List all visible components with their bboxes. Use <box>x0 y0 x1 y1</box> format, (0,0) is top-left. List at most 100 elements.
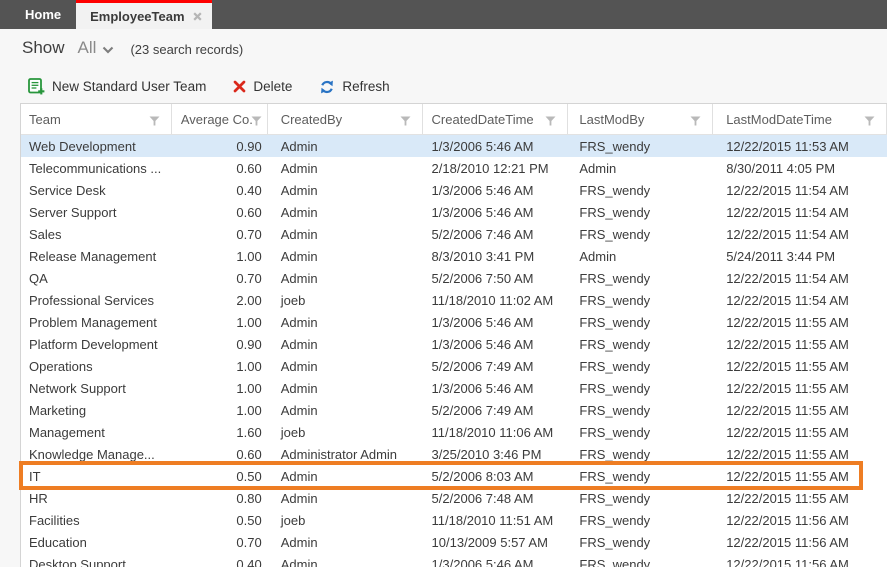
filter-icon[interactable] <box>149 114 160 129</box>
table-row[interactable]: Platform Development 0.90 Admin 1/3/2006 5:… <box>21 333 887 355</box>
table-row[interactable]: Desktop Support 0.40 Admin 1/3/2006 5:46 AM… <box>21 553 887 567</box>
cell-createdby: Admin <box>280 490 318 506</box>
table-row[interactable]: Release Management 1.00 Admin 8/3/2010 3:41… <box>21 245 887 267</box>
cell-team: Telecommunications ... <box>29 160 162 176</box>
cell-lastmodby: FRS_wendy <box>579 270 651 286</box>
cell-team: Problem Management <box>29 314 157 330</box>
table-row[interactable]: Sales 0.70 Admin 5/2/2006 7:46 AM FRS_wendy 1… <box>21 223 887 245</box>
cell-createdby: Admin <box>280 336 318 352</box>
refresh-icon <box>319 79 335 95</box>
cell-average-co: 1.00 <box>236 402 262 418</box>
table-row[interactable]: IT 0.50 Admin 5/2/2006 8:03 AM FRS_wendy 12/2… <box>19 461 887 490</box>
new-standard-user-team-label: New Standard User Team <box>52 79 207 94</box>
cell-createdby: Admin <box>280 160 318 176</box>
cell-team: Platform Development <box>29 336 158 352</box>
cell-createddatetime: 2/18/2010 12:21 PM <box>431 160 549 176</box>
cell-team: Desktop Support <box>29 556 126 567</box>
tab-employeeteam[interactable]: EmployeeTeam <box>76 0 212 29</box>
column-header-lastmodby[interactable]: LastModBy <box>568 104 714 134</box>
table-row[interactable]: Telecommunications ... 0.60 Admin 2/18/2010… <box>21 157 887 179</box>
filter-icon[interactable] <box>864 114 875 129</box>
table-row[interactable]: Operations 1.00 Admin 5/2/2006 7:49 AM FRS_w… <box>21 355 887 377</box>
table-row[interactable]: HR 0.80 Admin 5/2/2006 7:48 AM FRS_wendy 12/2… <box>21 487 887 509</box>
cell-createddatetime: 5/2/2006 7:46 AM <box>431 226 534 242</box>
table-row[interactable]: Management 1.60 joeb 11/18/2010 11:06 AM FRS… <box>21 421 887 443</box>
column-header-createdby[interactable]: CreatedBy <box>268 104 423 134</box>
table-row[interactable]: Education 0.70 Admin 10/13/2009 5:57 AM FRS_… <box>21 531 887 553</box>
cell-lastmodby: FRS_wendy <box>579 424 651 440</box>
cell-average-co: 0.70 <box>236 226 262 242</box>
cell-lastmodby: FRS_wendy <box>579 468 651 484</box>
cell-createdby: joeb <box>280 512 306 528</box>
column-header-createddatetime[interactable]: CreatedDateTime <box>423 104 569 134</box>
table-row[interactable]: Web Development 0.90 Admin 1/3/2006 5:46 AM… <box>21 135 887 157</box>
cell-createddatetime: 5/2/2006 8:03 AM <box>431 468 534 484</box>
column-header-lastmoddatetime[interactable]: LastModDateTime <box>713 104 887 134</box>
table-row[interactable]: Knowledge Manage... 0.60 Administrator Adm… <box>21 443 887 465</box>
cell-lastmoddatetime: 12/22/2015 11:55 AM <box>726 402 849 418</box>
cell-createddatetime: 1/3/2006 5:46 AM <box>431 204 534 220</box>
table-row[interactable]: Network Support 1.00 Admin 1/3/2006 5:46 AM… <box>21 377 887 399</box>
cell-lastmodby: FRS_wendy <box>579 534 651 550</box>
column-header-average-co[interactable]: Average Co. <box>172 104 268 134</box>
delete-button[interactable]: Delete <box>233 79 292 94</box>
tab-home[interactable]: Home <box>10 0 76 29</box>
table-row[interactable]: Professional Services 2.00 joeb 11/18/2010 … <box>21 289 887 311</box>
tab-employeeteam-label: EmployeeTeam <box>90 8 185 24</box>
table-row[interactable]: Marketing 1.00 Admin 5/2/2006 7:49 AM FRS_we… <box>21 399 887 421</box>
table-row[interactable]: Service Desk 0.40 Admin 1/3/2006 5:46 AM FRS… <box>21 179 887 201</box>
table-row[interactable]: Problem Management 1.00 Admin 1/3/2006 5:46… <box>21 311 887 333</box>
toolbar: New Standard User Team Delete Refresh <box>28 78 390 95</box>
cell-lastmoddatetime: 12/22/2015 11:55 AM <box>726 468 849 484</box>
cell-createddatetime: 8/3/2010 3:41 PM <box>431 248 535 264</box>
cell-average-co: 0.70 <box>236 534 262 550</box>
new-document-icon <box>28 78 45 95</box>
filter-icon[interactable] <box>545 114 556 129</box>
cell-createddatetime: 11/18/2010 11:06 AM <box>431 424 554 440</box>
cell-average-co: 0.70 <box>236 270 262 286</box>
cell-lastmoddatetime: 12/22/2015 11:54 AM <box>726 204 849 220</box>
table-row[interactable]: Server Support 0.60 Admin 1/3/2006 5:46 AM F… <box>21 201 887 223</box>
cell-team: Management <box>29 424 105 440</box>
cell-createddatetime: 5/2/2006 7:49 AM <box>431 402 534 418</box>
cell-createdby: Admin <box>280 380 318 396</box>
filter-icon[interactable] <box>690 114 701 129</box>
column-header-team[interactable]: Team <box>21 104 172 134</box>
cell-average-co: 0.50 <box>236 512 262 528</box>
refresh-label: Refresh <box>342 79 390 94</box>
close-icon[interactable] <box>192 11 202 21</box>
cell-lastmoddatetime: 12/22/2015 11:54 AM <box>726 292 849 308</box>
cell-createdby: Admin <box>280 138 318 154</box>
cell-lastmoddatetime: 12/22/2015 11:54 AM <box>726 182 849 198</box>
filter-icon[interactable] <box>251 114 262 129</box>
new-standard-user-team-button[interactable]: New Standard User Team <box>28 78 206 95</box>
cell-createddatetime: 5/2/2006 7:48 AM <box>431 490 534 506</box>
table-row[interactable]: QA 0.70 Admin 5/2/2006 7:50 AM FRS_wendy 12/2… <box>21 267 887 289</box>
delete-label: Delete <box>253 79 293 94</box>
column-header-label: CreatedBy <box>280 111 343 127</box>
refresh-button[interactable]: Refresh <box>319 79 390 95</box>
cell-createdby: Admin <box>280 534 318 550</box>
cell-createddatetime: 5/2/2006 7:49 AM <box>431 358 534 374</box>
cell-average-co: 0.60 <box>236 446 262 462</box>
column-header-label: Team <box>29 111 61 127</box>
cell-lastmodby: FRS_wendy <box>579 336 651 352</box>
cell-team: Server Support <box>29 204 117 220</box>
cell-lastmodby: FRS_wendy <box>579 512 651 528</box>
cell-lastmodby: FRS_wendy <box>579 358 651 374</box>
cell-createdby: Admin <box>280 402 318 418</box>
cell-lastmoddatetime: 12/22/2015 11:54 AM <box>726 226 849 242</box>
show-filter-value: All <box>77 38 97 57</box>
column-header-label: LastModBy <box>579 111 645 127</box>
cell-lastmoddatetime: 8/30/2011 4:05 PM <box>726 160 836 176</box>
show-filter-dropdown[interactable]: All <box>78 38 115 58</box>
cell-lastmoddatetime: 12/22/2015 11:54 AM <box>726 270 849 286</box>
cell-createddatetime: 11/18/2010 11:51 AM <box>431 512 554 528</box>
table-row[interactable]: Facilities 0.50 joeb 11/18/2010 11:51 AM FRS… <box>21 509 887 531</box>
grid-header: Team Average Co. CreatedBy CreatedDateTime L… <box>21 104 887 135</box>
filter-icon[interactable] <box>400 114 411 129</box>
column-header-label: Average Co. <box>180 111 253 127</box>
cell-createddatetime: 5/2/2006 7:50 AM <box>431 270 534 286</box>
cell-average-co: 0.40 <box>236 182 262 198</box>
cell-team: Knowledge Manage... <box>29 446 155 462</box>
